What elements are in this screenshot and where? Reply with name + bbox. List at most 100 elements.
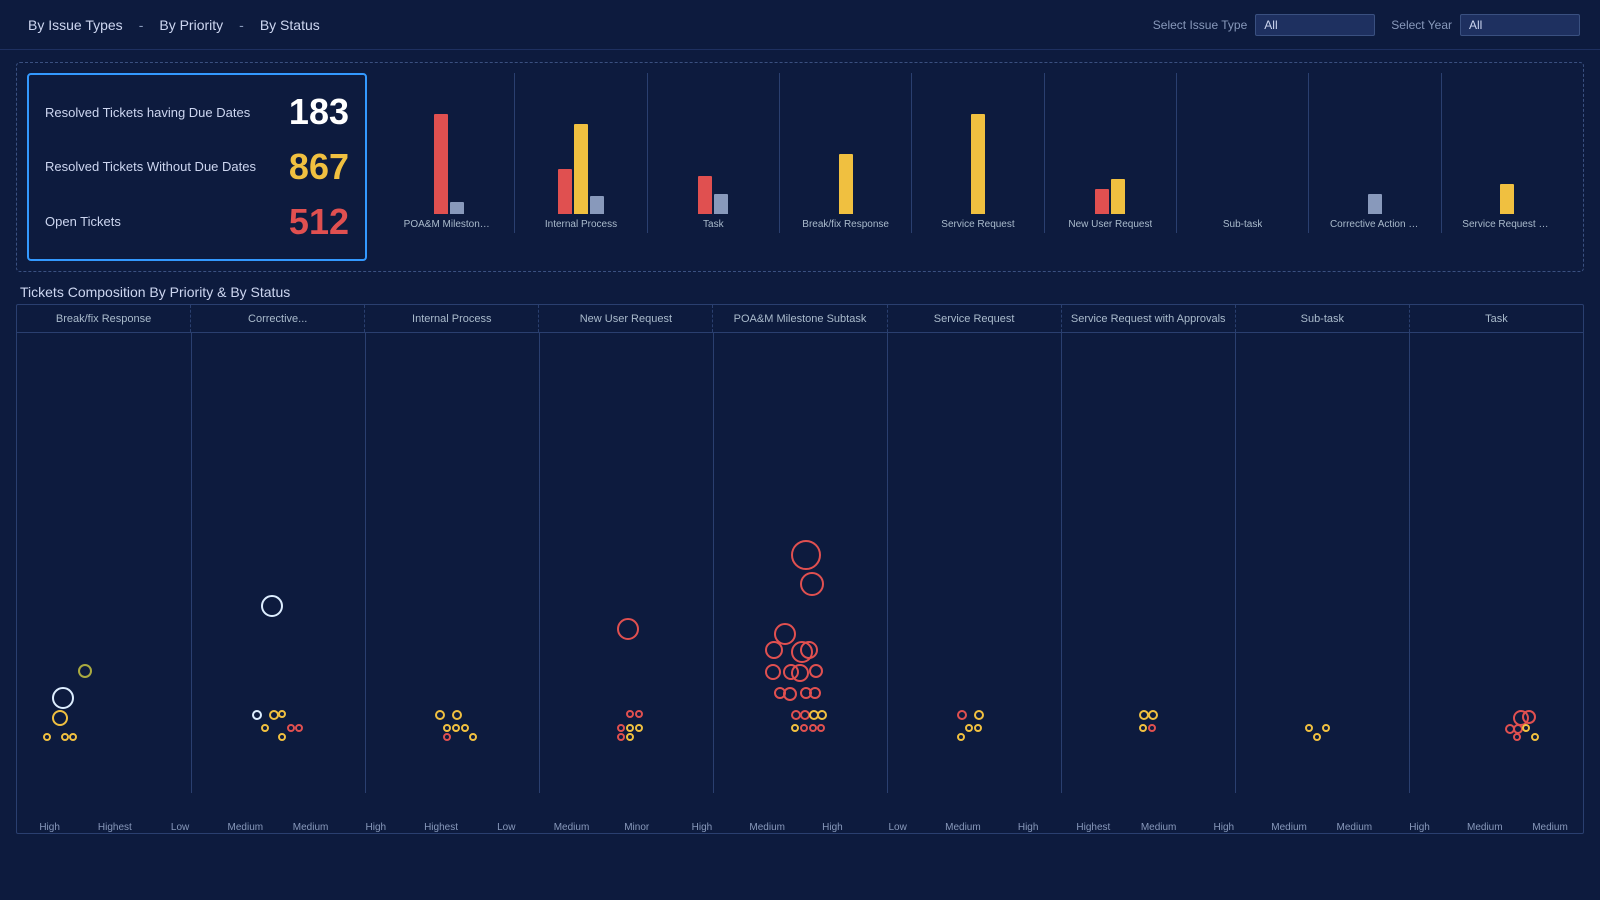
bubble-23: [635, 710, 643, 718]
bars-row-8: [1500, 74, 1514, 214]
select-issue-type-label: Select Issue Type: [1153, 18, 1248, 32]
bubble-69: [1531, 733, 1539, 741]
bar-yellow-1: [574, 124, 588, 214]
bar-yellow-8: [1500, 184, 1514, 214]
col-divider-4: [713, 333, 714, 793]
col-header-0: Break/fix Response: [17, 305, 191, 332]
nav-by-issue-types[interactable]: By Issue Types: [20, 13, 131, 37]
col-header-5: Service Request: [888, 305, 1062, 332]
bubble-27: [617, 733, 625, 741]
bar-red-2: [698, 176, 712, 214]
bar-label-6: Sub-task: [1223, 219, 1262, 231]
col-header-2: Internal Process: [365, 305, 539, 332]
bar-label-1: Internal Process: [545, 219, 617, 231]
x-label-8: Medium: [539, 822, 604, 833]
bubble-58: [1139, 724, 1147, 732]
kpi-resolved-with-due-label: Resolved Tickets having Due Dates: [45, 105, 250, 120]
bubble-28: [626, 733, 634, 741]
x-label-17: Medium: [1126, 822, 1191, 833]
bar-red-0: [434, 114, 448, 214]
bar-group-2: Task: [648, 73, 779, 231]
select-year[interactable]: All: [1460, 14, 1580, 36]
kpi-resolved-with-due: Resolved Tickets having Due Dates 183: [45, 85, 349, 139]
bars-row-1: [558, 74, 604, 214]
bubble-38: [809, 664, 823, 678]
x-label-16: Highest: [1061, 822, 1126, 833]
bubble-9: [278, 710, 286, 718]
x-label-0: High: [17, 822, 82, 833]
kpi-open-tickets-value: 512: [289, 201, 349, 243]
bar-chart-area: POA&M Milestone Subtask Internal Process T…: [383, 73, 1573, 261]
bubble-60: [1305, 724, 1313, 732]
bar-yellow-4: [971, 114, 985, 214]
bubble-54: [974, 724, 982, 732]
col-divider-2: [365, 333, 366, 793]
bubble-49: [809, 724, 817, 732]
bubble-19: [469, 733, 477, 741]
bar-gray-1: [590, 196, 604, 214]
x-label-9: Minor: [604, 822, 669, 833]
bars-row-7: [1368, 74, 1382, 214]
bar-red-1: [558, 169, 572, 214]
x-label-11: Medium: [735, 822, 800, 833]
bars-row-2: [698, 74, 728, 214]
bubble-14: [435, 710, 445, 720]
x-label-2: Low: [147, 822, 212, 833]
bubble-22: [626, 710, 634, 718]
bubble-53: [965, 724, 973, 732]
kpi-resolved-without-due-value: 867: [289, 146, 349, 188]
x-label-4: Medium: [278, 822, 343, 833]
bubble-29: [791, 540, 821, 570]
x-label-1: Highest: [82, 822, 147, 833]
bar-label-0: POA&M Milestone Subtask: [404, 219, 494, 231]
bar-label-3: Break/fix Response: [802, 219, 889, 231]
bubble-26: [635, 724, 643, 732]
bubble-32: [765, 641, 783, 659]
x-label-3: Medium: [213, 822, 278, 833]
bubble-34: [800, 641, 818, 659]
bubble-4: [52, 687, 74, 709]
bar-gray-7: [1368, 194, 1382, 214]
bar-group-4: Service Request: [912, 73, 1043, 231]
col-divider-8: [1409, 333, 1410, 793]
kpi-cards: Resolved Tickets having Due Dates 183 Re…: [27, 73, 367, 261]
bubble-55: [957, 733, 965, 741]
bubble-6: [261, 595, 283, 617]
col-divider-3: [539, 333, 540, 793]
bars-row-3: [839, 74, 853, 214]
bubble-57: [1148, 710, 1158, 720]
bubble-42: [809, 687, 821, 699]
kpi-resolved-without-due-label: Resolved Tickets Without Due Dates: [45, 159, 256, 174]
bubble-12: [295, 724, 303, 732]
bubble-35: [765, 664, 781, 680]
bubble-68: [1513, 733, 1521, 741]
bubble-51: [957, 710, 967, 720]
bubble-25: [626, 724, 634, 732]
x-label-10: High: [669, 822, 734, 833]
x-label-7: Low: [474, 822, 539, 833]
bar-group-6: Sub-task: [1177, 73, 1308, 231]
x-label-14: Medium: [930, 822, 995, 833]
bubble-59: [1148, 724, 1156, 732]
col-header-7: Sub-task: [1236, 305, 1410, 332]
x-label-6: Highest: [408, 822, 473, 833]
x-label-22: Medium: [1452, 822, 1517, 833]
bar-label-4: Service Request: [941, 219, 1014, 231]
bubble-7: [252, 710, 262, 720]
col-divider-5: [887, 333, 888, 793]
select-year-group: Select Year All: [1391, 14, 1580, 36]
col-headers: Break/fix ResponseCorrective...Internal …: [17, 305, 1583, 333]
bar-group-1: Internal Process: [515, 73, 646, 231]
bar-red-5: [1095, 189, 1109, 214]
select-issue-type[interactable]: All: [1255, 14, 1375, 36]
bubble-50: [817, 724, 825, 732]
col-header-8: Task: [1410, 305, 1583, 332]
bubble-37: [791, 664, 809, 682]
col-header-6: Service Request with Approvals: [1062, 305, 1236, 332]
bubble-10: [261, 724, 269, 732]
x-label-5: High: [343, 822, 408, 833]
bubble-52: [974, 710, 984, 720]
nav-by-priority[interactable]: By Priority: [151, 13, 231, 37]
nav-by-status[interactable]: By Status: [252, 13, 328, 37]
bar-label-7: Corrective Action Plan: [1330, 219, 1420, 231]
